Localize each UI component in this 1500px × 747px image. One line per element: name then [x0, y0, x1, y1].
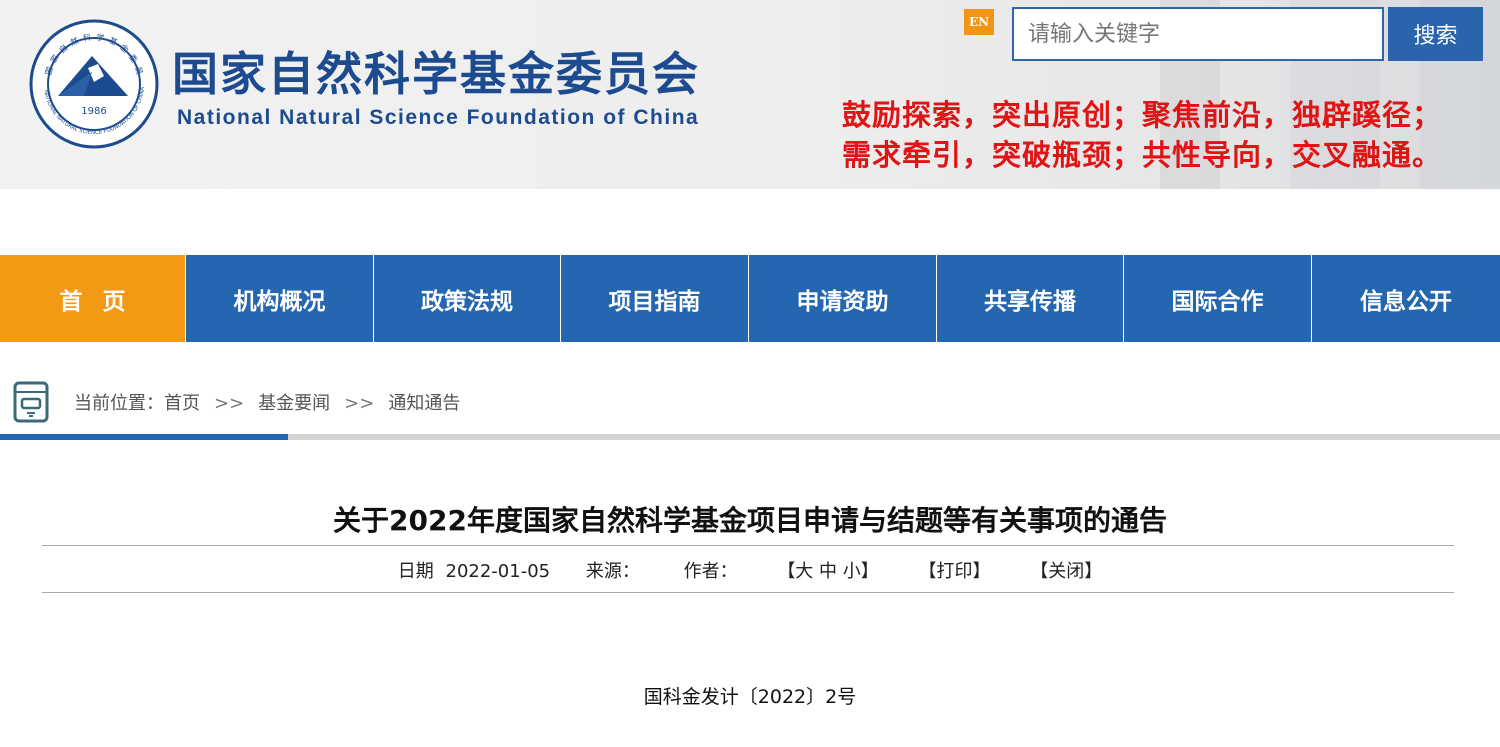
print-link[interactable]: 【打印】 [919, 561, 991, 582]
breadcrumb-underline [0, 434, 1500, 440]
breadcrumb-notices[interactable]: 通知通告 [388, 393, 460, 414]
breadcrumb-separator: >> [344, 393, 375, 414]
org-name-cn: 国家自然科学基金委员会 [172, 47, 700, 101]
english-version-button[interactable]: EN [964, 9, 994, 35]
nav-item-apply-funding[interactable]: 申请资助 [749, 255, 937, 342]
author-label: 作者： [683, 561, 738, 582]
breadcrumb-home[interactable]: 首页 [164, 393, 200, 414]
article-title: 关于2022年度国家自然科学基金项目申请与结题等有关事项的通告 [333, 504, 1167, 537]
slogan-line-2: 需求牵引，突破瓶颈；共性导向，交叉融通。 [842, 138, 1443, 172]
document-number: 国科金发计〔2022〕2号 [643, 686, 857, 708]
nav-item-home[interactable]: 首页 [0, 255, 186, 342]
nav-item-international[interactable]: 国际合作 [1124, 255, 1312, 342]
breadcrumb-underline-accent [0, 434, 288, 440]
divider [42, 545, 1454, 546]
location-book-icon [13, 381, 49, 423]
search-box [1012, 7, 1384, 61]
source-label: 来源： [585, 561, 640, 582]
site-header: 1986 国 家 自 然 科 学 基 金 委 员 会 NATIONAL NATU… [0, 0, 1500, 189]
nav-item-sharing[interactable]: 共享传播 [937, 255, 1124, 342]
divider [42, 592, 1454, 593]
nav-item-about[interactable]: 机构概况 [186, 255, 374, 342]
slogan-line-1: 鼓励探索，突出原创；聚焦前沿，独辟蹊径； [842, 98, 1443, 132]
article-meta: 日期 2022-01-05 来源： 作者： 【大 中 小】 【打印】 【关闭】 [0, 557, 1500, 583]
breadcrumb-prefix: 当前位置： [74, 393, 164, 414]
close-link[interactable]: 【关闭】 [1030, 561, 1102, 582]
main-nav: 首页 机构概况 政策法规 项目指南 申请资助 共享传播 国际合作 信息公开 [0, 255, 1500, 342]
nsfc-logo[interactable]: 1986 国 家 自 然 科 学 基 金 委 员 会 NATIONAL NATU… [28, 18, 160, 150]
nav-item-policies[interactable]: 政策法规 [374, 255, 561, 342]
search-button[interactable]: 搜索 [1388, 7, 1483, 61]
breadcrumb-separator: >> [214, 393, 245, 414]
nav-item-information[interactable]: 信息公开 [1312, 255, 1500, 342]
org-name-en: National Natural Science Foundation of C… [177, 106, 700, 129]
search-input[interactable] [1014, 9, 1382, 59]
nav-item-project-guide[interactable]: 项目指南 [561, 255, 749, 342]
date-label: 日期 [397, 561, 434, 582]
breadcrumb: 当前位置：首页 >> 基金要闻 >> 通知通告 [74, 389, 460, 415]
breadcrumb-news[interactable]: 基金要闻 [258, 393, 330, 414]
font-size-control[interactable]: 【大 中 小】 [777, 561, 878, 582]
logo-year: 1986 [81, 106, 106, 117]
publish-date: 2022-01-05 [445, 561, 551, 582]
